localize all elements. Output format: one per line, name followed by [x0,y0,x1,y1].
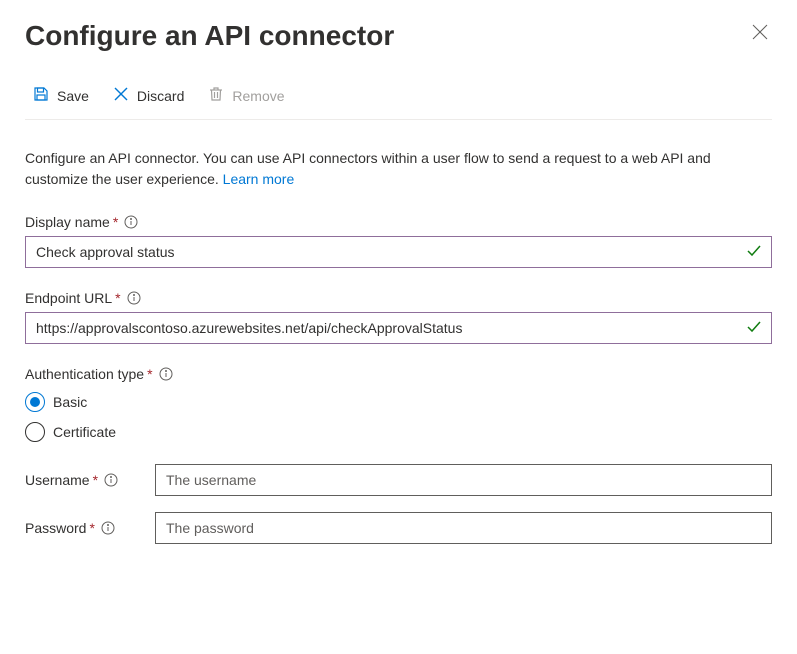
check-icon [746,319,762,338]
info-icon[interactable] [101,521,115,535]
radio-icon [25,392,45,412]
required-indicator: * [93,472,98,488]
required-indicator: * [113,214,118,230]
save-button[interactable]: Save [25,82,97,109]
discard-button[interactable]: Discard [105,82,192,109]
auth-type-label: Authentication type [25,366,144,382]
required-indicator: * [147,366,152,382]
radio-icon [25,422,45,442]
display-name-input[interactable] [25,236,772,268]
remove-button: Remove [200,82,292,109]
password-label: Password [25,520,86,536]
description-text: Configure an API connector. You can use … [25,148,772,190]
learn-more-link[interactable]: Learn more [223,171,295,187]
info-icon[interactable] [104,473,118,487]
display-name-label: Display name [25,214,110,230]
toolbar: Save Discard Remove [25,82,772,120]
discard-label: Discard [137,88,184,104]
discard-icon [113,86,129,105]
endpoint-url-label: Endpoint URL [25,290,112,306]
trash-icon [208,86,224,105]
endpoint-url-input[interactable] [25,312,772,344]
info-icon[interactable] [159,367,173,381]
required-indicator: * [115,290,120,306]
username-input[interactable] [155,464,772,496]
info-icon[interactable] [127,291,141,305]
auth-type-certificate-label: Certificate [53,424,116,440]
close-icon [752,24,768,40]
check-icon [746,243,762,262]
remove-label: Remove [232,88,284,104]
username-label: Username [25,472,90,488]
required-indicator: * [89,520,94,536]
save-icon [33,86,49,105]
auth-type-certificate-radio[interactable]: Certificate [25,422,772,442]
save-label: Save [57,88,89,104]
password-input[interactable] [155,512,772,544]
page-title: Configure an API connector [25,20,394,52]
info-icon[interactable] [124,215,138,229]
auth-type-basic-radio[interactable]: Basic [25,392,772,412]
close-button[interactable] [748,20,772,47]
auth-type-basic-label: Basic [53,394,87,410]
